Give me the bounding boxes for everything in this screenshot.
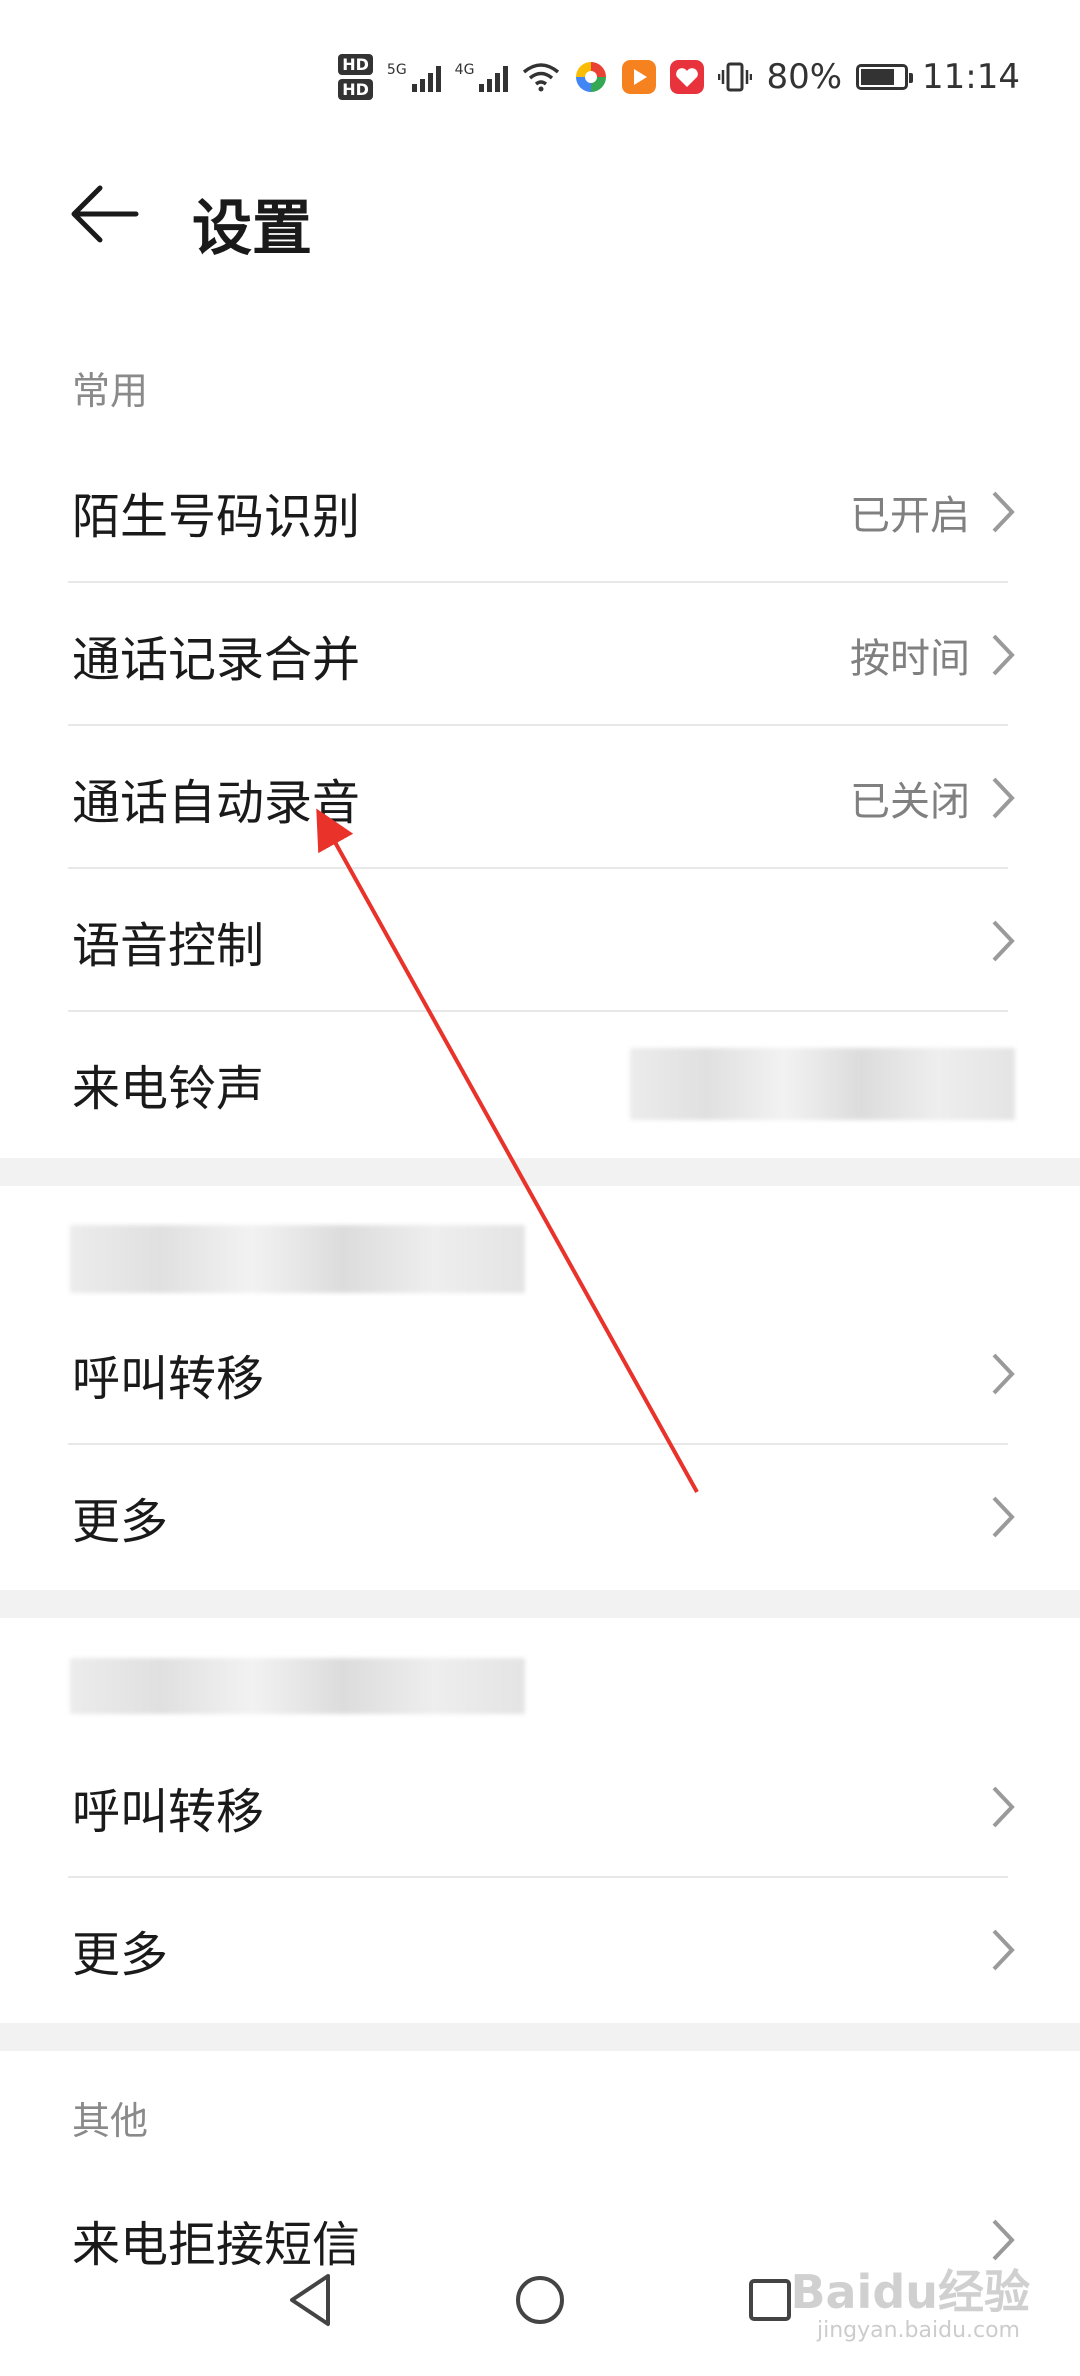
signal-icon: 4G (455, 62, 509, 92)
chevron-right-icon (992, 1929, 1015, 1970)
settings-item-call-forwarding-sim2[interactable]: 呼叫转移 (0, 1735, 1080, 1878)
section-gap (0, 1158, 1080, 1186)
settings-item-label: 语音控制 (72, 917, 265, 974)
chevron-right-icon (992, 491, 1015, 532)
arrow-left-icon[interactable] (68, 176, 144, 252)
page-title: 设置 (192, 194, 312, 264)
battery-percent: 80% (766, 57, 843, 97)
redacted-value (630, 1048, 1015, 1120)
redacted-section-label (70, 1225, 525, 1293)
settings-item-value: 已开启 (850, 492, 970, 539)
chevron-right-icon (992, 1786, 1015, 1827)
baidu-watermark: Baidu经验 (790, 2265, 1030, 2319)
settings-item-label: 陌生号码识别 (72, 488, 361, 545)
section-label-common: 常用 (72, 369, 149, 413)
settings-item-label: 通话自动录音 (72, 774, 361, 831)
chevron-right-icon (992, 920, 1015, 961)
settings-item-unknown-number[interactable]: 陌生号码识别 已开启 (0, 440, 1080, 583)
app-icon (576, 62, 607, 92)
settings-item-ringtone[interactable]: 来电铃声 (0, 1012, 1080, 1155)
settings-item-label: 更多 (72, 1493, 169, 1550)
settings-item-value: 按时间 (850, 635, 970, 682)
wifi-icon (523, 63, 560, 92)
network-type-label: 5G (386, 62, 407, 78)
clock: 11:14 (922, 57, 1020, 97)
hd-icon: HD HD (338, 54, 373, 100)
section-label-other: 其他 (72, 2099, 149, 2143)
app-header: 设置 (0, 150, 1080, 280)
section-gap (0, 2023, 1080, 2051)
chevron-right-icon (992, 1353, 1015, 1394)
chevron-right-icon (992, 634, 1015, 675)
settings-item-label: 更多 (72, 1926, 169, 1983)
app-icon (622, 60, 657, 94)
settings-item-label: 呼叫转移 (72, 1783, 265, 1840)
baidu-watermark-url: jingyan.baidu.com (816, 2318, 1020, 2343)
back-triangle-icon[interactable] (270, 2260, 350, 2340)
hd-badge: HD (338, 79, 373, 100)
settings-item-label: 来电铃声 (72, 1060, 265, 1117)
settings-item-label: 通话记录合并 (72, 631, 361, 688)
settings-item-label: 呼叫转移 (72, 1350, 265, 1407)
settings-item-auto-record[interactable]: 通话自动录音 已关闭 (0, 726, 1080, 869)
settings-item-more-sim2[interactable]: 更多 (0, 1878, 1080, 2021)
status-bar: HD HD 5G 4G 80% 11:14 (0, 0, 1080, 150)
settings-item-more-sim1[interactable]: 更多 (0, 1445, 1080, 1588)
settings-item-value: 已关闭 (850, 778, 970, 825)
chevron-right-icon (992, 777, 1015, 818)
settings-item-voice-control[interactable]: 语音控制 (0, 869, 1080, 1012)
hd-badge: HD (338, 54, 373, 75)
signal-icon: 5G (387, 62, 441, 92)
settings-item-call-log-merge[interactable]: 通话记录合并 按时间 (0, 583, 1080, 726)
settings-item-call-forwarding-sim1[interactable]: 呼叫转移 (0, 1302, 1080, 1445)
battery-fill (861, 69, 894, 85)
redacted-section-label (70, 1658, 525, 1714)
network-type-label: 4G (454, 62, 475, 78)
section-gap (0, 1590, 1080, 1618)
app-icon (670, 60, 705, 94)
chevron-right-icon (992, 1496, 1015, 1537)
battery-icon (856, 64, 914, 90)
status-icons: HD HD 5G 4G 80% 11:14 (338, 54, 1020, 100)
home-circle-icon[interactable] (500, 2260, 580, 2340)
vibrate-icon (718, 62, 753, 92)
